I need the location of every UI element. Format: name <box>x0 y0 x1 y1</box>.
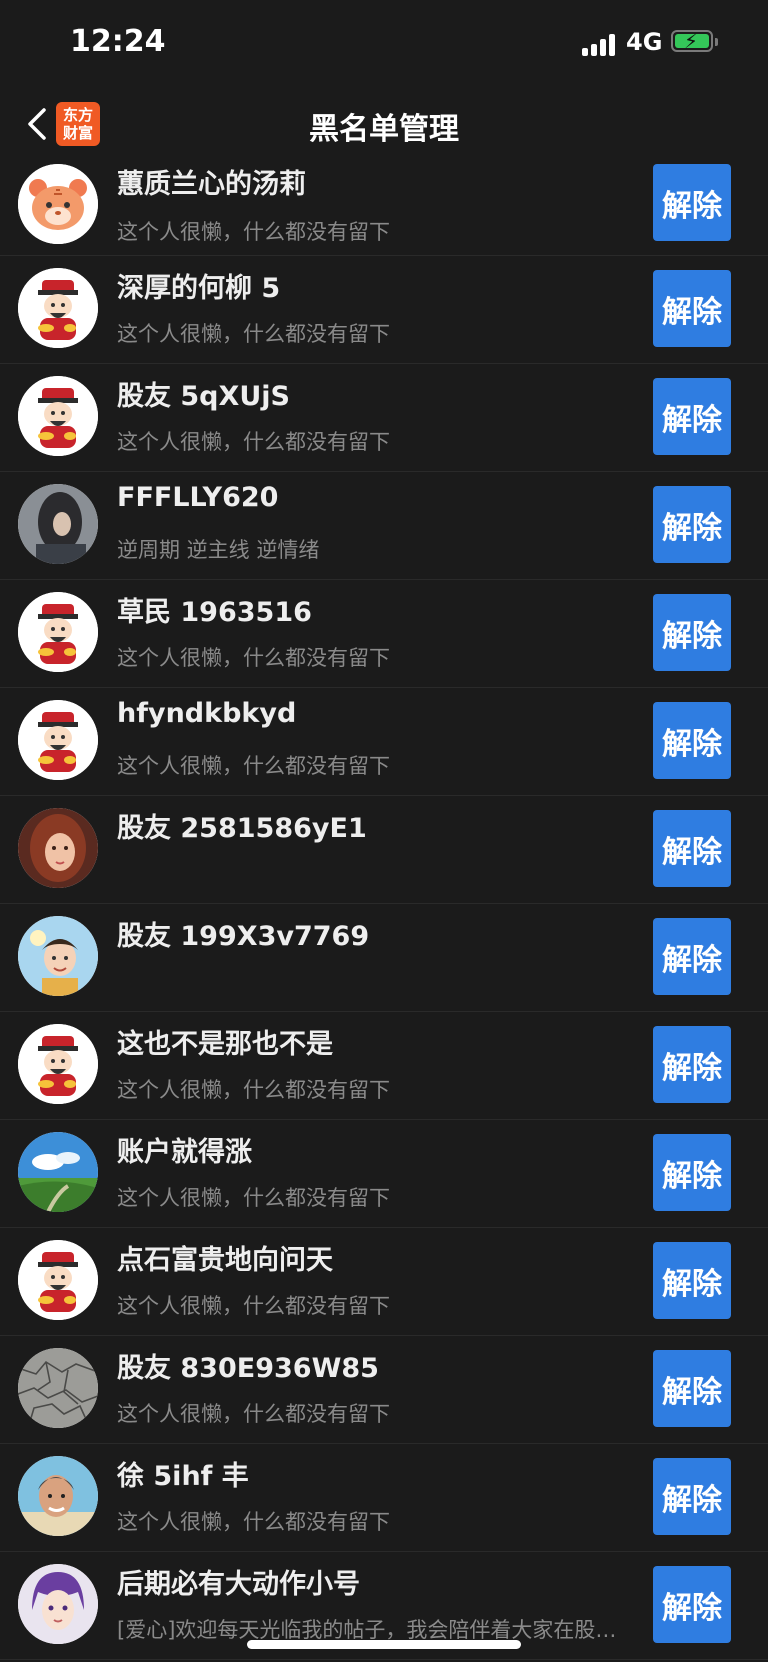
user-bio: 这个人很懒，什么都没有留下 <box>117 322 390 346</box>
user-name: 股友 830E936W85 <box>117 1353 379 1384</box>
blacklist: 蕙质兰心的汤莉 这个人很懒，什么都没有留下 解除 深厚的何柳 5 这个人很懒，什么都没有… <box>0 160 768 1660</box>
user-bio: 这个人很懒，什么都没有留下 <box>117 1402 390 1426</box>
fortune-god-avatar[interactable] <box>18 268 98 348</box>
user-bio: 这个人很懒，什么都没有留下 <box>117 1510 390 1534</box>
portrait-avatar[interactable] <box>18 808 98 888</box>
user-bio: 这个人很懒，什么都没有留下 <box>117 1294 390 1318</box>
home-indicator <box>247 1640 521 1649</box>
user-name: 股友 199X3v7769 <box>117 921 370 952</box>
cartoon-avatar[interactable] <box>18 916 98 996</box>
page-title: 黑名单管理 <box>309 112 459 147</box>
unblock-button[interactable]: 解除 <box>653 1350 731 1427</box>
list-item[interactable]: 蕙质兰心的汤莉这个人很懒，什么都没有留下 解除 <box>0 160 768 256</box>
fortune-god-avatar[interactable] <box>18 376 98 456</box>
user-name: 深厚的何柳 5 <box>117 273 281 304</box>
photo-avatar[interactable] <box>18 484 98 564</box>
user-name: 后期必有大动作小号 <box>117 1569 360 1600</box>
user-bio: 这个人很懒，什么都没有留下 <box>117 646 390 670</box>
battery-icon: ⚡ <box>671 29 718 53</box>
list-item[interactable]: 徐 5ihf 丰这个人很懒，什么都没有留下 解除 <box>0 1444 768 1552</box>
status-bar: 12:24 4G ⚡ <box>0 0 768 88</box>
list-item[interactable]: hfyndkbkyd 这个人很懒，什么都没有留下 解除 <box>0 688 768 796</box>
list-item[interactable]: 深厚的何柳 5 这个人很懒，什么都没有留下 解除 <box>0 256 768 364</box>
list-item[interactable]: 股友 199X3v7769 解除 <box>0 904 768 1012</box>
unblock-button[interactable]: 解除 <box>653 918 731 995</box>
nav-bar: 东方 财富 黑名单管理 <box>0 88 768 160</box>
list-item[interactable]: 股友 5qXUjS 这个人很懒，什么都没有留下 解除 <box>0 364 768 472</box>
unblock-button[interactable]: 解除 <box>653 378 731 455</box>
network-type: 4G <box>626 28 663 56</box>
unblock-button[interactable]: 解除 <box>653 1242 731 1319</box>
user-name: 点石富贵地向问天 <box>117 1245 333 1276</box>
unblock-button[interactable]: 解除 <box>653 270 731 347</box>
list-item[interactable]: 草民 1963516 这个人很懒，什么都没有留下 解除 <box>0 580 768 688</box>
user-bio: 这个人很懒，什么都没有留下 <box>117 430 390 454</box>
user-name: 股友 2581586yE1 <box>117 813 367 844</box>
user-name: hfyndkbkyd <box>117 698 297 729</box>
list-item[interactable]: FFFLLY620 逆周期 逆主线 逆情绪 解除 <box>0 472 768 580</box>
list-item[interactable]: 股友 2581586yE1 解除 <box>0 796 768 904</box>
user-bio: 这个人很懒，什么都没有留下 <box>117 1186 390 1210</box>
man-avatar[interactable] <box>18 1456 98 1536</box>
user-name: 股友 5qXUjS <box>117 381 290 412</box>
user-name: FFFLLY620 <box>117 482 279 513</box>
unblock-button[interactable]: 解除 <box>653 810 731 887</box>
anime-avatar[interactable] <box>18 1564 98 1644</box>
user-bio: 这个人很懒，什么都没有留下 <box>117 220 390 244</box>
fortune-god-avatar[interactable] <box>18 592 98 672</box>
fortune-god-avatar[interactable] <box>18 1024 98 1104</box>
list-item[interactable]: 股友 830E936W85 这个人很懒，什么都没有留下 解除 <box>0 1336 768 1444</box>
unblock-button[interactable]: 解除 <box>653 164 731 241</box>
unblock-button[interactable]: 解除 <box>653 1026 731 1103</box>
user-name: 账户就得涨 <box>117 1137 252 1168</box>
unblock-button[interactable]: 解除 <box>653 1566 731 1643</box>
unblock-button[interactable]: 解除 <box>653 1458 731 1535</box>
list-item[interactable]: 这也不是那也不是这个人很懒，什么都没有留下 解除 <box>0 1012 768 1120</box>
user-bio: 这个人很懒，什么都没有留下 <box>117 1078 390 1102</box>
tiger-avatar[interactable] <box>18 164 98 244</box>
user-name: 草民 1963516 <box>117 597 312 628</box>
user-bio: 这个人很懒，什么都没有留下 <box>117 754 390 778</box>
fortune-god-avatar[interactable] <box>18 700 98 780</box>
user-name: 这也不是那也不是 <box>117 1029 333 1060</box>
status-time: 12:24 <box>70 24 166 59</box>
list-item[interactable]: 点石富贵地向问天这个人很懒，什么都没有留下 解除 <box>0 1228 768 1336</box>
user-name: 蕙质兰心的汤莉 <box>117 169 306 200</box>
landscape-avatar[interactable] <box>18 1132 98 1212</box>
user-bio: 逆周期 逆主线 逆情绪 <box>117 538 320 562</box>
unblock-button[interactable]: 解除 <box>653 702 731 779</box>
fortune-god-avatar[interactable] <box>18 1240 98 1320</box>
texture-avatar[interactable] <box>18 1348 98 1428</box>
list-item[interactable]: 账户就得涨这个人很懒，什么都没有留下 解除 <box>0 1120 768 1228</box>
unblock-button[interactable]: 解除 <box>653 594 731 671</box>
unblock-button[interactable]: 解除 <box>653 1134 731 1211</box>
user-name: 徐 5ihf 丰 <box>117 1461 249 1492</box>
unblock-button[interactable]: 解除 <box>653 486 731 563</box>
signal-icon <box>582 34 622 56</box>
